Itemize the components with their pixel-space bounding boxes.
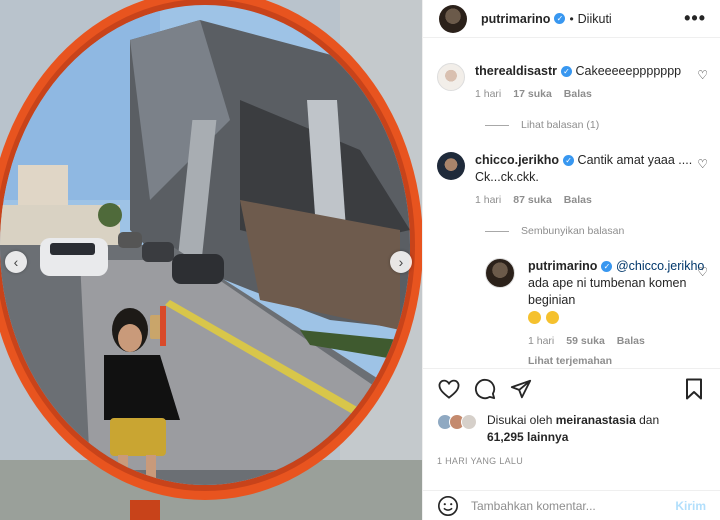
comment-likes[interactable]: 17 suka	[513, 86, 552, 103]
post-side-panel: putrimarino ✓ • Diikuti ••• therealdisas…	[422, 0, 720, 520]
likes-text[interactable]: Disukai oleh meiranastasia dan 61,295 la…	[487, 412, 659, 446]
comment-bubble-icon	[474, 378, 496, 399]
like-post-button[interactable]	[437, 377, 461, 401]
post-comment-button[interactable]: Kirim	[675, 499, 706, 513]
reply-mention-link[interactable]: @chicco.jerikho	[616, 259, 704, 273]
author-username[interactable]: putrimarino	[481, 12, 550, 26]
likes-summary: Disukai oleh meiranastasia dan 61,295 la…	[437, 412, 706, 446]
unamused-face-emoji-icon	[546, 311, 560, 324]
reply-text: ada ape ni tumbenan komen beginian	[528, 276, 687, 307]
mirror-image	[0, 0, 422, 520]
bookmark-icon	[686, 378, 702, 399]
commenter-avatar[interactable]	[437, 63, 465, 91]
send-paper-plane-icon	[510, 379, 532, 398]
reply-avatar[interactable]	[485, 258, 515, 288]
translate-label: Lihat terjemahan	[528, 355, 613, 367]
chevron-left-icon: ‹	[13, 254, 19, 270]
verified-badge-icon: ✓	[601, 261, 613, 273]
post-date[interactable]: 1 HARI YANG LALU	[437, 456, 523, 466]
likes-user[interactable]: meiranastasia	[556, 413, 636, 427]
comment-username[interactable]: therealdisastr	[475, 64, 557, 78]
reply-button[interactable]: Balas	[564, 86, 592, 103]
reply-reply-button[interactable]: Balas	[617, 333, 645, 350]
comment-likes[interactable]: 87 suka	[513, 192, 552, 209]
more-options-icon[interactable]: •••	[684, 8, 706, 29]
reply-username[interactable]: putrimarino	[528, 259, 597, 273]
comment-post-button[interactable]	[473, 377, 497, 401]
like-reply-heart-icon[interactable]: ♡	[697, 265, 708, 279]
post-header: putrimarino ✓ • Diikuti •••	[423, 0, 720, 38]
reply-item: putrimarino ✓ @chicco.jerikho ada ape ni …	[485, 258, 708, 368]
comment-item: chicco.jerikho ✓ Cantik amat yaaa .... Ck…	[437, 152, 708, 209]
likes-prefix: Disukai oleh	[487, 413, 553, 427]
likes-and: dan	[639, 413, 660, 427]
save-post-button[interactable]	[682, 377, 706, 401]
hide-replies-toggle[interactable]: Sembunyikan balasan	[485, 225, 624, 237]
translate-link[interactable]: Lihat terjemahan	[528, 353, 708, 368]
next-photo-button[interactable]: ›	[390, 251, 412, 273]
reply-meta: 1 hari 59 suka Balas	[528, 333, 708, 350]
author-avatar[interactable]	[439, 4, 467, 33]
reply-emojis	[528, 310, 708, 327]
comment-input[interactable]	[471, 498, 676, 513]
emoji-smiley-icon[interactable]	[437, 495, 459, 517]
view-replies-toggle[interactable]: Lihat balasan (1)	[485, 119, 599, 131]
hide-replies-label: Sembunyikan balasan	[521, 225, 625, 237]
comment-username[interactable]: chicco.jerikho	[475, 153, 559, 167]
heart-icon	[438, 379, 460, 399]
likes-count[interactable]: 61,295 lainnya	[487, 430, 568, 444]
comment-meta: 1 hari 87 suka Balas	[475, 192, 708, 209]
comments-list: therealdisastr ✓ Cakeeeeeppppppp 1 hari 1…	[423, 38, 720, 368]
post-actions-bar	[423, 368, 720, 408]
post-photo: ‹ ›	[0, 0, 422, 520]
previous-photo-button[interactable]: ‹	[5, 251, 27, 273]
comment-age: 1 hari	[475, 194, 502, 206]
like-comment-heart-icon[interactable]: ♡	[697, 157, 708, 171]
verified-badge-icon: ✓	[554, 13, 566, 24]
view-replies-label: Lihat balasan (1)	[521, 119, 600, 131]
chevron-right-icon: ›	[398, 254, 404, 270]
commenter-avatar[interactable]	[437, 152, 465, 180]
comment-meta: 1 hari 17 suka Balas	[475, 86, 708, 103]
thread-line	[485, 230, 509, 232]
unamused-face-emoji-icon	[528, 311, 541, 324]
like-comment-heart-icon[interactable]: ♡	[697, 68, 708, 82]
reply-button[interactable]: Balas	[564, 192, 592, 209]
liker-avatar	[461, 414, 477, 430]
comment-item: therealdisastr ✓ Cakeeeeeppppppp 1 hari 1…	[437, 63, 708, 103]
follow-status-button[interactable]: Diikuti	[578, 12, 612, 26]
reply-likes[interactable]: 59 suka	[566, 333, 605, 350]
comment-text: Cakeeeeeppppppp	[575, 64, 682, 78]
header-separator: •	[569, 11, 574, 26]
verified-badge-icon: ✓	[560, 66, 572, 78]
liker-avatars	[437, 412, 483, 430]
comment-age: 1 hari	[475, 88, 502, 100]
share-post-button[interactable]	[509, 377, 533, 401]
reply-age: 1 hari	[528, 335, 555, 347]
thread-line	[485, 124, 509, 126]
verified-badge-icon: ✓	[563, 155, 575, 167]
add-comment-bar: Kirim	[423, 490, 720, 520]
